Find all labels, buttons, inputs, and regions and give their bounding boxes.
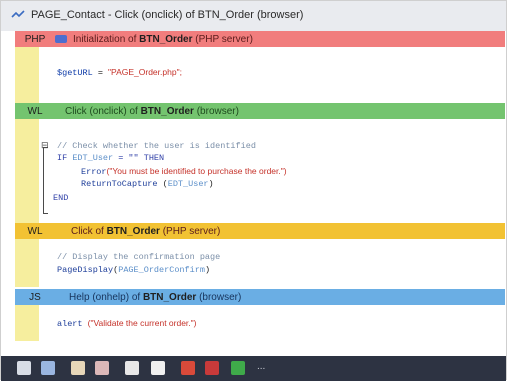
code-keyword-end: END (53, 193, 69, 203)
title-bar: PAGE_Contact - Click (onclick) of BTN_Or… (1, 1, 506, 32)
section-title-pre: Click (onclick) of (65, 105, 141, 117)
gutter-wl-browser (15, 119, 39, 223)
code-editor-window: PAGE_Contact - Click (onclick) of BTN_Or… (0, 0, 507, 381)
collapse-toggle[interactable]: ⊟ (41, 141, 49, 151)
code-identifier: EDT_User (72, 153, 114, 163)
code-comment: // Display the confirmation page (57, 252, 221, 262)
code-editor[interactable]: PHP Initialization of BTN_Order (PHP ser… (1, 31, 506, 356)
section-header-wl-server[interactable]: WL Click of BTN_Order (PHP server) (15, 223, 505, 239)
section-title-bold: BTN_Order (140, 105, 194, 117)
app-icon-5[interactable] (125, 361, 139, 375)
more-icon[interactable]: ... (257, 361, 265, 372)
app-icon-8[interactable] (205, 361, 219, 375)
gutter (15, 31, 39, 356)
code-string: ("Validate the current order.") (87, 318, 197, 328)
code-function: PageDisplay (57, 265, 114, 275)
code-line-php: $getURL = "PAGE_Order.php"; (57, 67, 182, 78)
code-paren: ) (204, 265, 211, 275)
code-function: ReturnToCapture (81, 179, 158, 189)
section-tag: WL (27, 105, 43, 117)
code-identifier: PAGE_OrderConfirm (118, 265, 205, 275)
taskbar: ... (1, 356, 506, 381)
php-icon (55, 35, 67, 43)
section-title: Click (onclick) of BTN_Order (browser) (65, 106, 239, 117)
code-paren: ( (157, 179, 168, 189)
section-title-bold: BTN_Order (139, 33, 193, 45)
section-title-post: (PHP server) (159, 225, 221, 237)
section-title-post: (browser) (193, 105, 239, 117)
app-icon-9[interactable] (231, 361, 245, 375)
code-line-alert: alert ("Validate the current order.") (57, 318, 197, 329)
section-title-pre: Initialization of (73, 33, 140, 45)
code-function: alert (57, 319, 83, 329)
app-icon-2[interactable] (41, 361, 55, 375)
code-string: "PAGE_Order.php"; (108, 67, 182, 77)
section-tag: JS (29, 291, 41, 303)
code-line-error: Error("You must be identified to purchas… (81, 166, 287, 177)
gutter-wl-server (15, 239, 39, 287)
section-header-js[interactable]: JS Help (onhelp) of BTN_Order (browser) (15, 289, 505, 305)
app-icon-6[interactable] (151, 361, 165, 375)
app-icon-4[interactable] (95, 361, 109, 375)
gutter-php (15, 47, 39, 103)
gutter-js (15, 303, 39, 341)
code-paren: ) (208, 179, 214, 189)
section-title-bold: BTN_Order (106, 225, 160, 237)
section-header-php[interactable]: PHP Initialization of BTN_Order (PHP ser… (15, 31, 505, 47)
code-var: $getURL (57, 68, 93, 78)
section-title-pre: Help (onhelp) of (69, 291, 143, 303)
code-comment: // Check whether the user is identified (57, 141, 256, 151)
code-line-pagedisplay: PageDisplay(PAGE_OrderConfirm) (57, 265, 210, 275)
code-string: ("You must be identified to purchase the… (106, 166, 287, 176)
section-tag: PHP (24, 33, 46, 45)
code-if-rest: = "" THEN (113, 153, 165, 163)
section-header-wl-browser[interactable]: WL Click (onclick) of BTN_Order (browser… (15, 103, 505, 119)
section-title: Initialization of BTN_Order (PHP server) (73, 34, 253, 45)
code-op: = (92, 68, 109, 78)
code-line-if: IF EDT_User = "" THEN (57, 153, 164, 163)
code-block-bracket (43, 147, 48, 214)
section-title: Help (onhelp) of BTN_Order (browser) (69, 292, 241, 303)
section-title-post: (browser) (196, 291, 242, 303)
code-keyword: IF (57, 153, 68, 163)
code-function: Error (81, 167, 107, 177)
event-icon (11, 10, 25, 20)
window-title-text: PAGE_Contact - Click (onclick) of BTN_Or… (31, 9, 304, 21)
app-icon-3[interactable] (71, 361, 85, 375)
section-title-pre: Click of (71, 225, 107, 237)
section-tag: WL (27, 225, 43, 237)
section-title: Click of BTN_Order (PHP server) (71, 226, 220, 237)
app-icon-7[interactable] (181, 361, 195, 375)
code-identifier: EDT_User (167, 179, 209, 189)
section-title-post: (PHP server) (192, 33, 253, 45)
section-title-bold: BTN_Order (142, 291, 197, 303)
window-title: PAGE_Contact - Click (onclick) of BTN_Or… (11, 9, 303, 21)
code-line-return: ReturnToCapture (EDT_User) (81, 179, 214, 189)
app-icon-1[interactable] (17, 361, 31, 375)
